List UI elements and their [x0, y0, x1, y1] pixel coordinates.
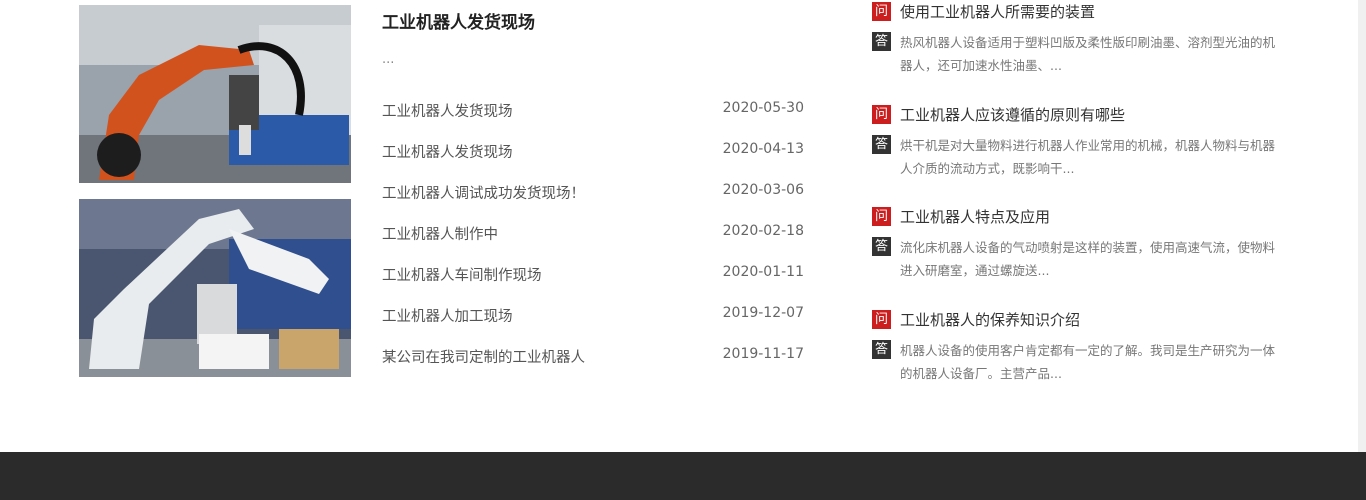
welding-robot-image — [79, 5, 351, 183]
answer-badge: 答 — [872, 339, 891, 359]
scrollbar-track[interactable] — [1358, 0, 1366, 452]
news-item[interactable]: 工业机器人制作中 2020-02-18 — [382, 223, 804, 264]
faq-question[interactable]: 工业机器人应该遵循的原则有哪些 — [900, 104, 1125, 125]
faq-answer-row: 答 热风机器人设备适用于塑料凹版及柔性版印刷油墨、溶剂型光油的机器人，还可加速水… — [872, 31, 1280, 77]
faq-item: 问 工业机器人的保养知识介绍 答 机器人设备的使用客户肯定都有一定的了解。我司是… — [872, 308, 1292, 411]
news-item-date: 2020-01-11 — [722, 264, 804, 280]
faq-item: 问 使用工业机器人所需要的装置 答 热风机器人设备适用于塑料凹版及柔性版印刷油墨… — [872, 0, 1292, 103]
news-item-date: 2019-11-17 — [722, 346, 804, 362]
news-item-title[interactable]: 工业机器人车间制作现场 — [382, 264, 542, 285]
faq-answer-row: 答 机器人设备的使用客户肯定都有一定的了解。我司是生产研究为一体的机器人设备厂。… — [872, 339, 1280, 385]
faq-question-row[interactable]: 问 工业机器人的保养知识介绍 — [872, 309, 1080, 330]
faq-question[interactable]: 工业机器人的保养知识介绍 — [900, 309, 1080, 330]
faq-question[interactable]: 工业机器人特点及应用 — [900, 206, 1050, 227]
faq-answer: 机器人设备的使用客户肯定都有一定的了解。我司是生产研究为一体的机器人设备厂。主营… — [900, 342, 1276, 381]
faq-question[interactable]: 使用工业机器人所需要的装置 — [900, 1, 1095, 22]
news-item[interactable]: 工业机器人车间制作现场 2020-01-11 — [382, 264, 804, 305]
news-item-title[interactable]: 工业机器人调试成功发货现场！ — [382, 182, 585, 203]
welding-robot-photo[interactable] — [79, 5, 351, 183]
news-item-date: 2020-04-13 — [722, 141, 804, 157]
question-badge: 问 — [872, 2, 891, 21]
footer — [0, 452, 1366, 500]
news-item[interactable]: 工业机器人加工现场 2019-12-07 — [382, 305, 804, 346]
answer-badge: 答 — [872, 237, 891, 256]
news-item-title[interactable]: 工业机器人加工现场 — [382, 305, 513, 326]
palletizing-robot-photo[interactable] — [79, 199, 351, 377]
question-badge: 问 — [872, 207, 891, 226]
faq-answer: 热风机器人设备适用于塑料凹版及柔性版印刷油墨、溶剂型光油的机器人，还可加速水性油… — [900, 35, 1276, 73]
faq-item: 问 工业机器人特点及应用 答 流化床机器人设备的气动喷射是这样的装置，使用高速气… — [872, 205, 1292, 308]
news-item[interactable]: 某公司在我司定制的工业机器人 2019-11-17 — [382, 346, 804, 387]
faq-item: 问 工业机器人应该遵循的原则有哪些 答 烘干机是对大量物料进行机器人作业常用的机… — [872, 103, 1292, 206]
faq-answer: 流化床机器人设备的气动喷射是这样的装置，使用高速气流，使物料进入研磨室，通过螺旋… — [900, 240, 1276, 278]
news-item-title[interactable]: 工业机器人发货现场 — [382, 100, 513, 121]
news-item[interactable]: 工业机器人发货现场 2020-04-13 — [382, 141, 804, 182]
faq-question-row[interactable]: 问 使用工业机器人所需要的装置 — [872, 1, 1095, 22]
news-item-title[interactable]: 工业机器人发货现场 — [382, 141, 513, 162]
faq-answer-row: 答 流化床机器人设备的气动喷射是这样的装置，使用高速气流，使物料进入研磨室，通过… — [872, 236, 1280, 282]
featured-news-excerpt: ... — [382, 52, 395, 67]
faq-question-row[interactable]: 问 工业机器人应该遵循的原则有哪些 — [872, 104, 1125, 125]
palletizing-robot-image — [79, 199, 351, 377]
news-item[interactable]: 工业机器人调试成功发货现场！ 2020-03-06 — [382, 182, 804, 223]
news-item-title[interactable]: 工业机器人制作中 — [382, 223, 498, 244]
question-badge: 问 — [872, 309, 891, 329]
faq-answer: 烘干机是对大量物料进行机器人作业常用的机械，机器人物料与机器人介质的流动方式，既… — [900, 137, 1276, 176]
news-item-date: 2020-03-06 — [722, 182, 804, 198]
news-item[interactable]: 工业机器人发货现场 2020-05-30 — [382, 100, 804, 141]
news-item-date: 2020-02-18 — [722, 223, 804, 239]
question-badge: 问 — [872, 104, 891, 124]
news-item-title[interactable]: 某公司在我司定制的工业机器人 — [382, 346, 585, 367]
faq-question-row[interactable]: 问 工业机器人特点及应用 — [872, 206, 1050, 227]
news-item-date: 2020-05-30 — [722, 100, 804, 116]
news-list: 工业机器人发货现场 2020-05-30 工业机器人发货现场 2020-04-1… — [382, 100, 804, 387]
faq-list: 问 使用工业机器人所需要的装置 答 热风机器人设备适用于塑料凹版及柔性版印刷油墨… — [872, 0, 1292, 410]
faq-answer-row: 答 烘干机是对大量物料进行机器人作业常用的机械，机器人物料与机器人介质的流动方式… — [872, 134, 1280, 180]
news-item-date: 2019-12-07 — [722, 305, 804, 321]
answer-badge: 答 — [872, 134, 891, 154]
featured-news-title[interactable]: 工业机器人发货现场 — [382, 8, 535, 33]
answer-badge: 答 — [872, 32, 891, 51]
